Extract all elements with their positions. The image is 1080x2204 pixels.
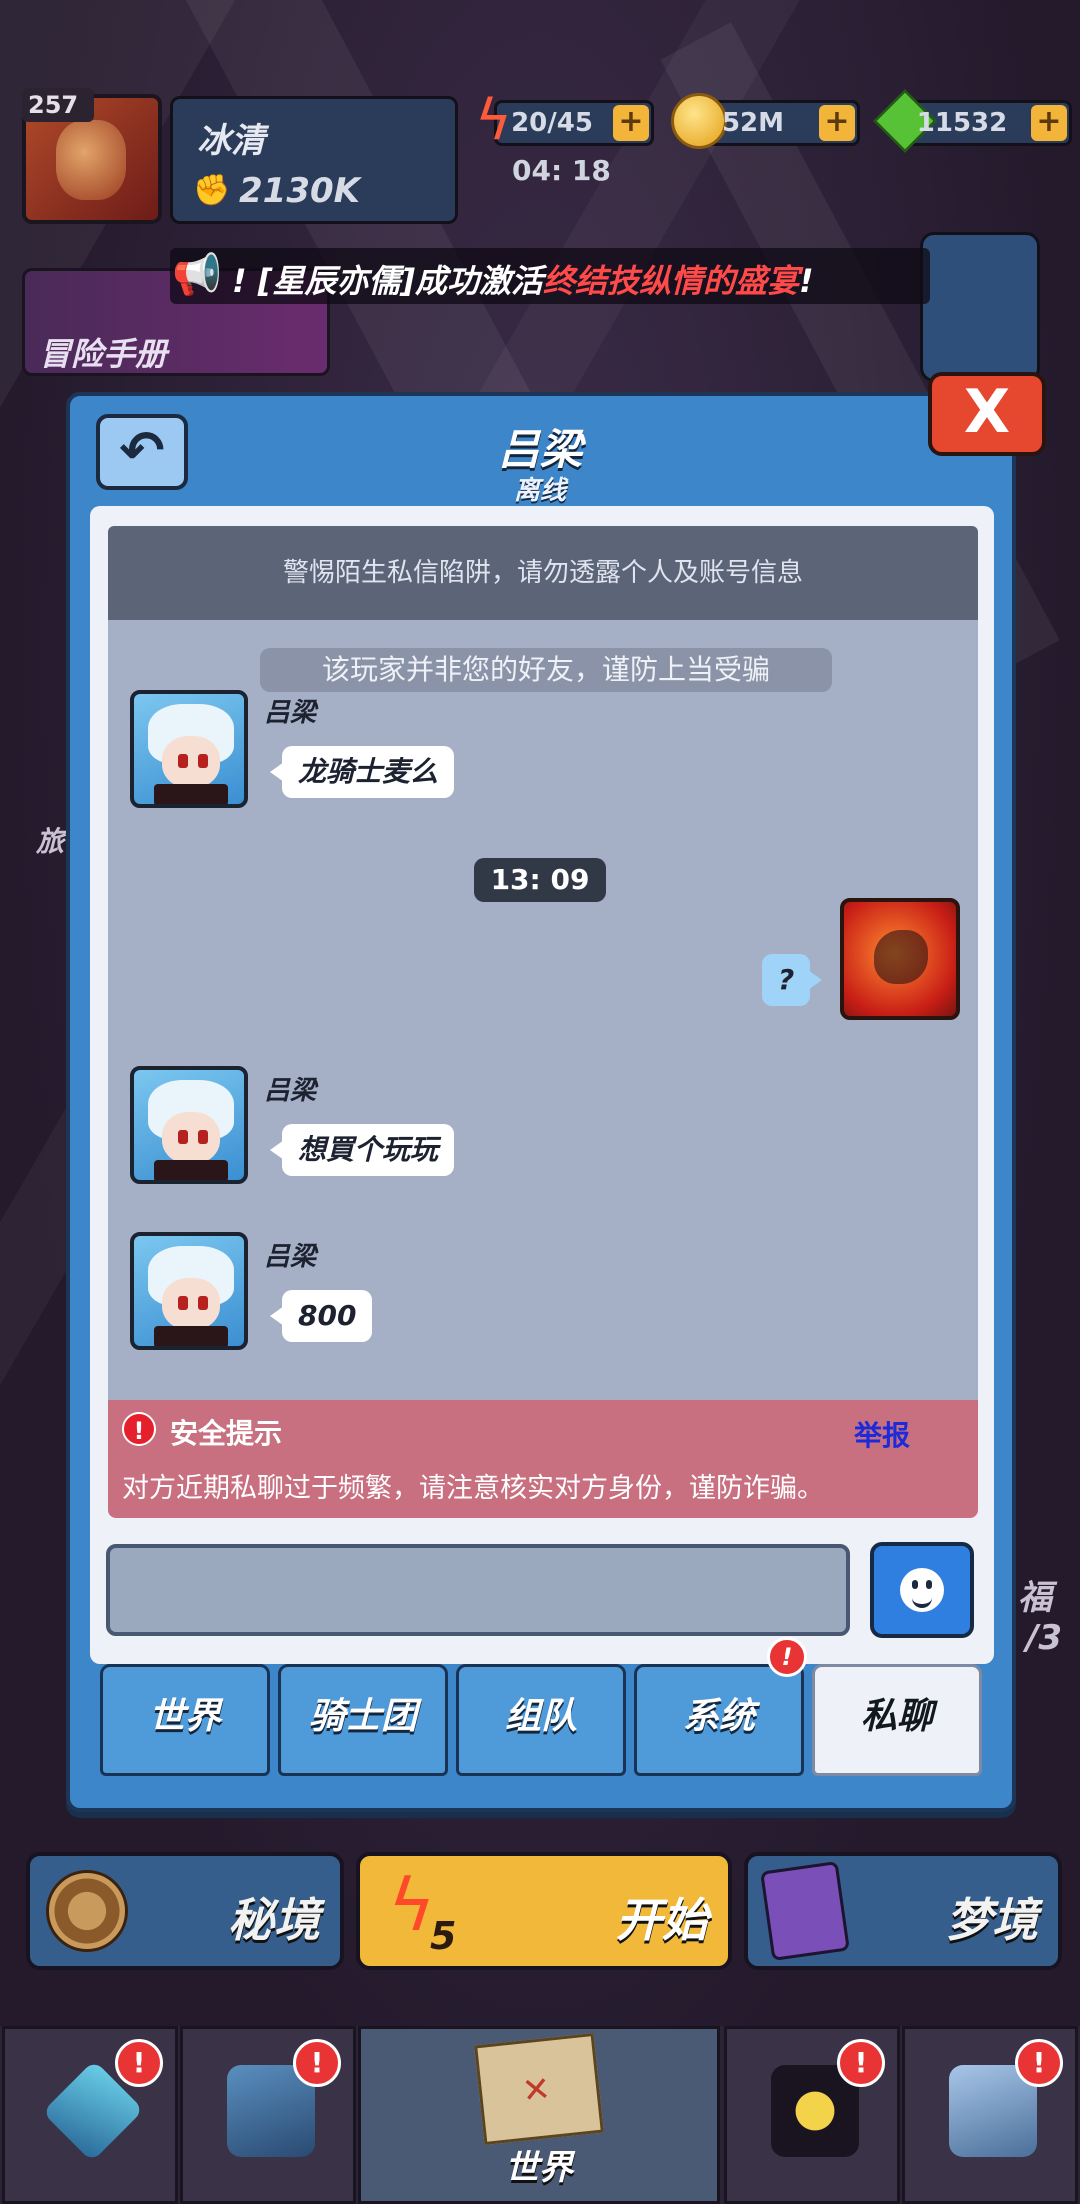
coin-value: 52M (721, 108, 785, 138)
coin-counter: 52M + (671, 93, 860, 149)
report-link[interactable]: 举报 (854, 1414, 910, 1454)
emoji-button[interactable] (870, 1542, 974, 1638)
message-bubble[interactable]: 龙骑士麦么 (269, 746, 455, 798)
nav-upgrade[interactable]: ! (180, 2026, 356, 2204)
contact-avatar[interactable] (130, 690, 248, 808)
add-gems-button[interactable]: + (1031, 105, 1067, 141)
contact-avatar[interactable] (130, 1232, 248, 1350)
announcement-suffix: ! (799, 262, 814, 300)
nav-world-label: 世界 (505, 2148, 573, 2188)
target-icon (46, 1870, 128, 1952)
nav-heroes[interactable]: ! (724, 2026, 900, 2204)
chat-contact-status: 离线 (513, 476, 566, 506)
tab-knights[interactable]: 骑士团 (278, 1664, 448, 1776)
energy-timer: 04: 18 (512, 154, 611, 187)
player-level: 257 (22, 88, 94, 122)
player-info-panel: 冰清 ✊ 2130K (170, 96, 458, 224)
tab-team[interactable]: 组队 (456, 1664, 626, 1776)
secret-realm-label: 秘境 (228, 1893, 320, 1947)
tab-private[interactable]: 私聊 (812, 1664, 982, 1776)
start-label: 开始 (616, 1893, 708, 1947)
player-power: 2130K (239, 171, 360, 211)
energy-counter: ϟ 20/45 + (475, 93, 654, 149)
chat-contact-name: 吕梁 (497, 425, 582, 474)
card-icon (760, 1861, 850, 1961)
world-map-icon (474, 2033, 604, 2145)
message-sender: 吕梁 (264, 1242, 317, 1272)
message-bubble[interactable]: 800 (269, 1290, 373, 1342)
shop-button[interactable] (920, 232, 1040, 382)
time-divider: 13: 09 (474, 858, 606, 902)
notification-badge: ! (767, 1637, 807, 1677)
safety-tip-title: 安全提示 (170, 1417, 283, 1450)
message-sender: 吕梁 (264, 698, 317, 728)
tab-system-label: 系统 (682, 1696, 755, 1737)
tab-system[interactable]: 系统 ! (634, 1637, 807, 1776)
add-coins-button[interactable]: + (819, 105, 855, 141)
side-hint-text: 福 (1018, 1578, 1052, 1618)
side-hint-count: /3 (1026, 1618, 1063, 1658)
dreamland-label: 梦境 (946, 1893, 1038, 1947)
privacy-warning-banner: 警惕陌生私信陷阱，请勿透露个人及账号信息 (108, 526, 978, 620)
secret-realm-button[interactable]: 秘境 (26, 1852, 344, 1970)
notification-badge: ! (837, 2039, 885, 2087)
add-energy-button[interactable]: + (613, 105, 649, 141)
start-button[interactable]: ϟ 5 开始 (356, 1852, 732, 1970)
nav-world[interactable]: 世界 (358, 2026, 720, 2204)
energy-cost: 5 (430, 1914, 457, 1958)
side-hint-left: 旅 (36, 825, 65, 858)
power-icon: ✊ (193, 173, 231, 208)
adventure-handbook-label: 冒险手册 (39, 335, 168, 373)
nav-crystal[interactable]: ! (2, 2026, 178, 2204)
gem-value: 11532 (916, 108, 1008, 138)
alert-icon: ! (122, 1412, 156, 1446)
safety-tip-text: 对方近期私聊过于频繁，请注意核实对方身份，谨防诈骗。 (122, 1473, 824, 1504)
my-message-bubble[interactable]: ? (762, 954, 823, 1006)
dreamland-button[interactable]: 梦境 (744, 1852, 1062, 1970)
message-bubble[interactable]: 想買个玩玩 (269, 1124, 455, 1176)
megaphone-icon: 📢 (172, 252, 222, 298)
energy-icon: ϟ (388, 1863, 436, 1947)
safety-tip-banner: ! 安全提示 举报 对方近期私聊过于频繁，请注意核实对方身份，谨防诈骗。 (108, 1400, 978, 1518)
not-friend-notice: 该玩家并非您的好友，谨防上当受骗 (260, 648, 832, 692)
announcement-text: ! [星辰亦儒]成功激活终结技纵情的盛宴! (232, 256, 814, 302)
message-input[interactable] (106, 1544, 850, 1636)
tab-world[interactable]: 世界 (100, 1664, 270, 1776)
nav-guild[interactable]: ! (902, 2026, 1078, 2204)
my-avatar[interactable] (840, 898, 960, 1020)
notification-badge: ! (1015, 2039, 1063, 2087)
player-profile[interactable]: 257 冰清 ✊ 2130K (22, 88, 458, 224)
message-sender: 吕梁 (264, 1076, 317, 1106)
notification-badge: ! (115, 2039, 163, 2087)
announcement-banner: 📢 ! [星辰亦儒]成功激活终结技纵情的盛宴! (170, 248, 930, 304)
notification-badge: ! (293, 2039, 341, 2087)
announcement-prefix: ! [星辰亦儒]成功激活 (232, 262, 543, 300)
announcement-highlight: 终结技纵情的盛宴 (543, 262, 800, 300)
energy-value: 20/45 (511, 108, 593, 138)
player-name: 冰清 (197, 121, 265, 161)
chat-channel-tabs: 世界 骑士团 组队 系统 ! 私聊 (100, 1637, 982, 1778)
gem-counter: 11532 + (873, 89, 1072, 153)
contact-avatar[interactable] (130, 1066, 248, 1184)
bottom-navigation: ! ! 世界 ! ! (0, 2026, 1080, 2204)
